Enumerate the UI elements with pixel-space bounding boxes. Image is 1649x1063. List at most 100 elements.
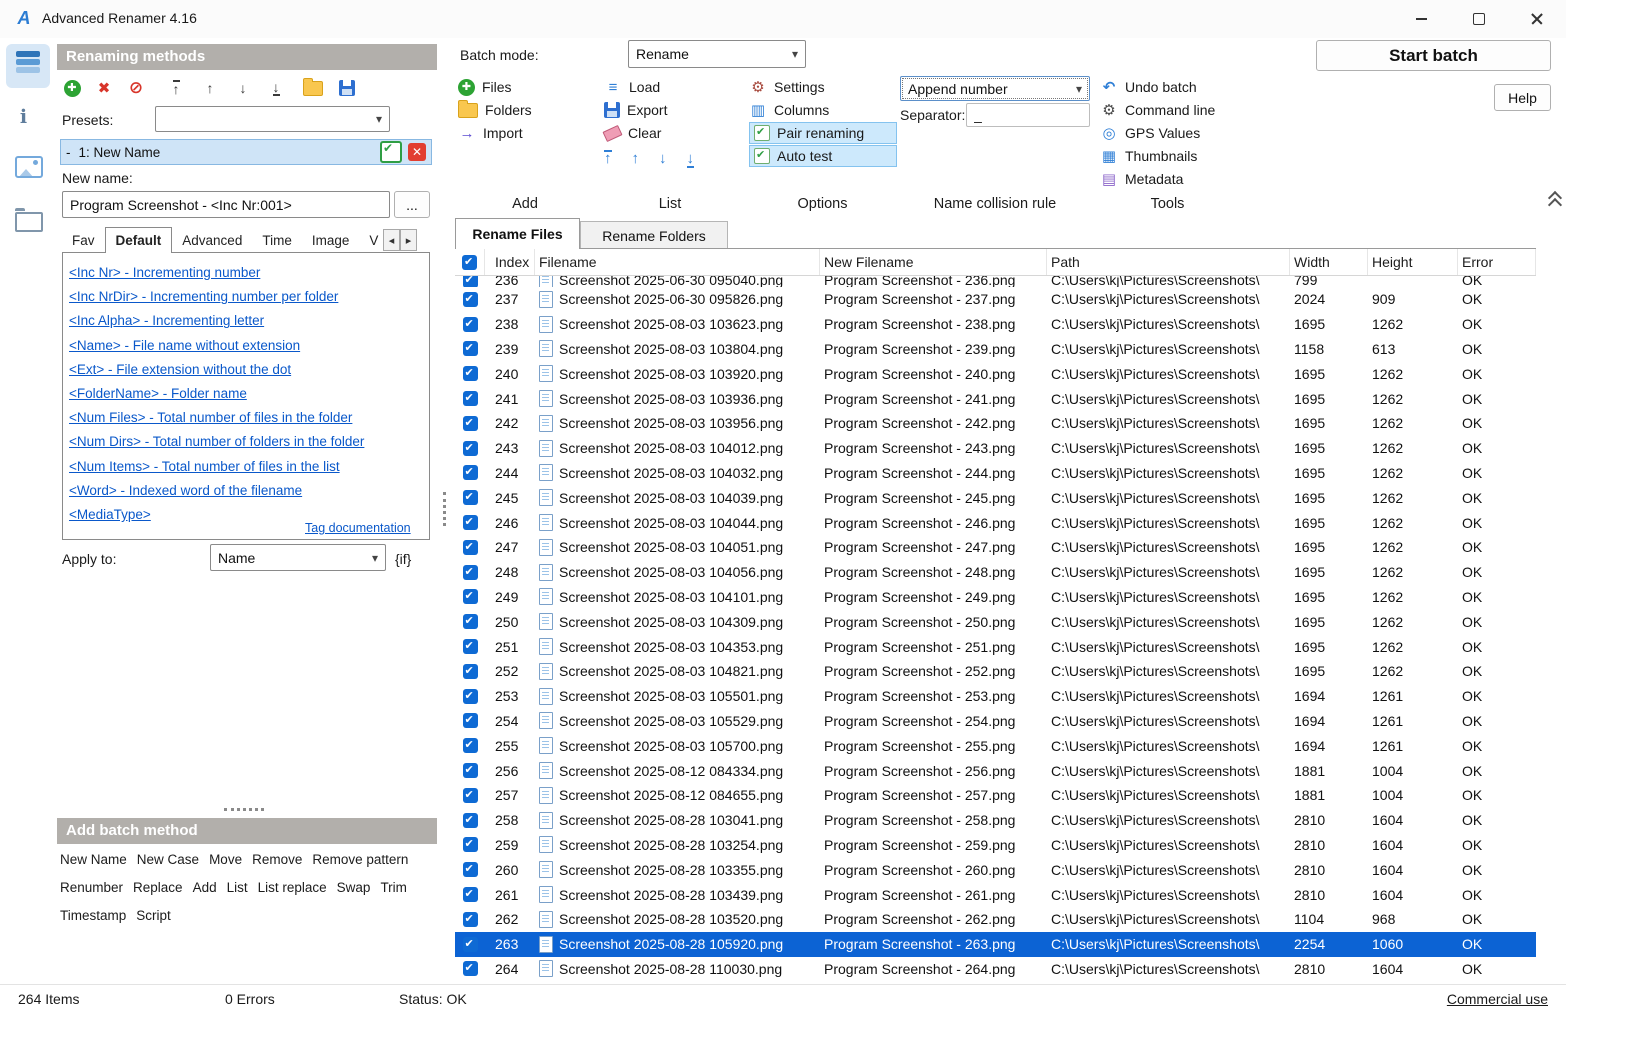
tag-documentation-link[interactable]: Tag documentation (305, 521, 411, 1058)
remove-all-methods-button[interactable]: ⊘ (123, 76, 149, 100)
table-row[interactable]: 263Screenshot 2025-08-28 105920.pngProgr… (455, 932, 1536, 957)
tag-link[interactable]: <Num Items> - Total number of files in t… (69, 455, 423, 479)
row-checkbox[interactable] (463, 589, 478, 604)
tab-rename-files[interactable]: Rename Files (455, 218, 580, 249)
row-checkbox[interactable] (463, 565, 478, 580)
column-header-filename[interactable]: Filename (535, 249, 820, 275)
row-checkbox[interactable] (463, 912, 478, 927)
row-checkbox[interactable] (463, 713, 478, 728)
tag-link[interactable]: <Num Dirs> - Total number of folders in … (69, 430, 423, 454)
table-row[interactable]: 236Screenshot 2025-06-30 095040.pngProgr… (455, 276, 1536, 287)
batch-mode-dropdown[interactable]: Rename ▾ (628, 40, 806, 68)
presets-dropdown[interactable]: ▾ (155, 106, 390, 132)
move-method-up-button[interactable]: ↑ (197, 76, 223, 100)
method-add[interactable]: Add (193, 880, 217, 895)
method-swap[interactable]: Swap (337, 880, 371, 895)
table-row[interactable]: 256Screenshot 2025-08-12 084334.pngProgr… (455, 758, 1536, 783)
move-method-top-button[interactable]: ↑ (163, 76, 189, 100)
method-list-replace[interactable]: List replace (258, 880, 327, 895)
list-move-top-button[interactable]: ↑ (604, 150, 612, 168)
tab-scroll-right-button[interactable]: ▸ (400, 229, 417, 251)
row-checkbox[interactable] (463, 738, 478, 753)
row-checkbox[interactable] (463, 391, 478, 406)
method-delete-button[interactable]: ✕ (408, 143, 426, 161)
tab-rename-folders[interactable]: Rename Folders (580, 221, 728, 249)
tag-link[interactable]: <Inc NrDir> - Incrementing number per fo… (69, 285, 423, 309)
tag-tab-default[interactable]: Default (105, 227, 173, 253)
column-header-error[interactable]: Error (1458, 249, 1536, 275)
method-renumber[interactable]: Renumber (60, 880, 123, 895)
column-header-path[interactable]: Path (1047, 249, 1290, 275)
tag-link[interactable]: <Inc Nr> - Incrementing number (69, 261, 423, 285)
clear-button[interactable]: Clear (604, 122, 739, 144)
row-checkbox[interactable] (463, 490, 478, 505)
table-row[interactable]: 238Screenshot 2025-08-03 103623.pngProgr… (455, 312, 1536, 337)
table-row[interactable]: 247Screenshot 2025-08-03 104051.pngProgr… (455, 535, 1536, 560)
new-name-input[interactable] (62, 191, 390, 218)
table-row[interactable]: 240Screenshot 2025-08-03 103920.pngProgr… (455, 361, 1536, 386)
row-checkbox[interactable] (463, 465, 478, 480)
row-checkbox[interactable] (463, 837, 478, 852)
pair-renaming-toggle[interactable]: Pair renaming (749, 122, 897, 144)
tag-link[interactable]: <Name> - File name without extension (69, 334, 423, 358)
tag-link[interactable]: <Ext> - File extension without the dot (69, 358, 423, 382)
export-button[interactable]: Export (604, 99, 739, 121)
apply-to-dropdown[interactable]: Name ▾ (210, 544, 386, 571)
table-row[interactable]: 260Screenshot 2025-08-28 103355.pngProgr… (455, 857, 1536, 882)
gps-values-button[interactable]: ◎GPS Values (1100, 122, 1250, 144)
import-button[interactable]: →Import (458, 122, 593, 144)
row-checkbox[interactable] (463, 416, 478, 431)
folders-button[interactable]: Folders (458, 99, 593, 121)
row-checkbox[interactable] (463, 515, 478, 530)
row-checkbox[interactable] (463, 639, 478, 654)
separator-input[interactable] (966, 103, 1090, 127)
tag-tab-fav[interactable]: Fav (62, 229, 105, 253)
row-checkbox[interactable] (463, 664, 478, 679)
table-row[interactable]: 243Screenshot 2025-08-03 104012.pngProgr… (455, 436, 1536, 461)
column-header-new-filename[interactable]: New Filename (820, 249, 1047, 275)
row-checkbox[interactable] (463, 862, 478, 877)
method-timestamp[interactable]: Timestamp (60, 908, 126, 923)
picture-icon[interactable] (15, 156, 43, 178)
method-move[interactable]: Move (209, 852, 242, 867)
row-checkbox[interactable] (463, 441, 478, 456)
row-checkbox[interactable] (463, 276, 478, 287)
table-row[interactable]: 259Screenshot 2025-08-28 103254.pngProgr… (455, 833, 1536, 858)
method-script[interactable]: Script (136, 908, 171, 923)
tag-tab-image[interactable]: Image (302, 229, 360, 253)
save-preset-button[interactable] (334, 76, 360, 100)
table-row[interactable]: 241Screenshot 2025-08-03 103936.pngProgr… (455, 386, 1536, 411)
move-method-down-button[interactable]: ↓ (230, 76, 256, 100)
row-checkbox[interactable] (463, 341, 478, 356)
table-row[interactable]: 262Screenshot 2025-08-28 103520.pngProgr… (455, 907, 1536, 932)
files-button[interactable]: ✚Files (458, 76, 593, 98)
select-all-checkbox[interactable] (462, 255, 477, 270)
method-replace[interactable]: Replace (133, 880, 183, 895)
table-row[interactable]: 237Screenshot 2025-06-30 095826.pngProgr… (455, 287, 1536, 312)
table-row[interactable]: 250Screenshot 2025-08-03 104309.pngProgr… (455, 609, 1536, 634)
column-header-index[interactable]: Index (485, 249, 535, 275)
tag-link[interactable]: <Num Files> - Total number of files in t… (69, 406, 423, 430)
undo-batch-button[interactable]: ↶Undo batch (1100, 76, 1250, 98)
metadata-button[interactable]: ▤Metadata (1100, 168, 1250, 190)
method-remove-pattern[interactable]: Remove pattern (312, 852, 408, 867)
table-row[interactable]: 249Screenshot 2025-08-03 104101.pngProgr… (455, 585, 1536, 610)
row-checkbox[interactable] (463, 961, 478, 976)
table-row[interactable]: 244Screenshot 2025-08-03 104032.pngProgr… (455, 461, 1536, 486)
table-row[interactable]: 261Screenshot 2025-08-28 103439.pngProgr… (455, 882, 1536, 907)
commercial-use-link[interactable]: Commercial use (1447, 991, 1548, 1007)
remove-method-button[interactable]: ✖ (91, 76, 117, 100)
horizontal-splitter[interactable] (224, 808, 264, 811)
row-checkbox[interactable] (463, 788, 478, 803)
method-item-new-name[interactable]: - 1: New Name ✕ (60, 139, 432, 165)
table-row[interactable]: 255Screenshot 2025-08-03 105700.pngProgr… (455, 733, 1536, 758)
method-trim[interactable]: Trim (380, 880, 407, 895)
list-move-bottom-button[interactable]: ↓ (687, 150, 695, 168)
tag-tab-time[interactable]: Time (252, 229, 302, 253)
column-header-height[interactable]: Height (1368, 249, 1458, 275)
collapse-indicator[interactable]: - (66, 145, 71, 160)
auto-test-toggle[interactable]: Auto test (749, 145, 897, 167)
info-icon[interactable]: ℹ (20, 106, 27, 129)
row-checkbox[interactable] (463, 540, 478, 555)
load-button[interactable]: ≡Load (604, 76, 739, 98)
